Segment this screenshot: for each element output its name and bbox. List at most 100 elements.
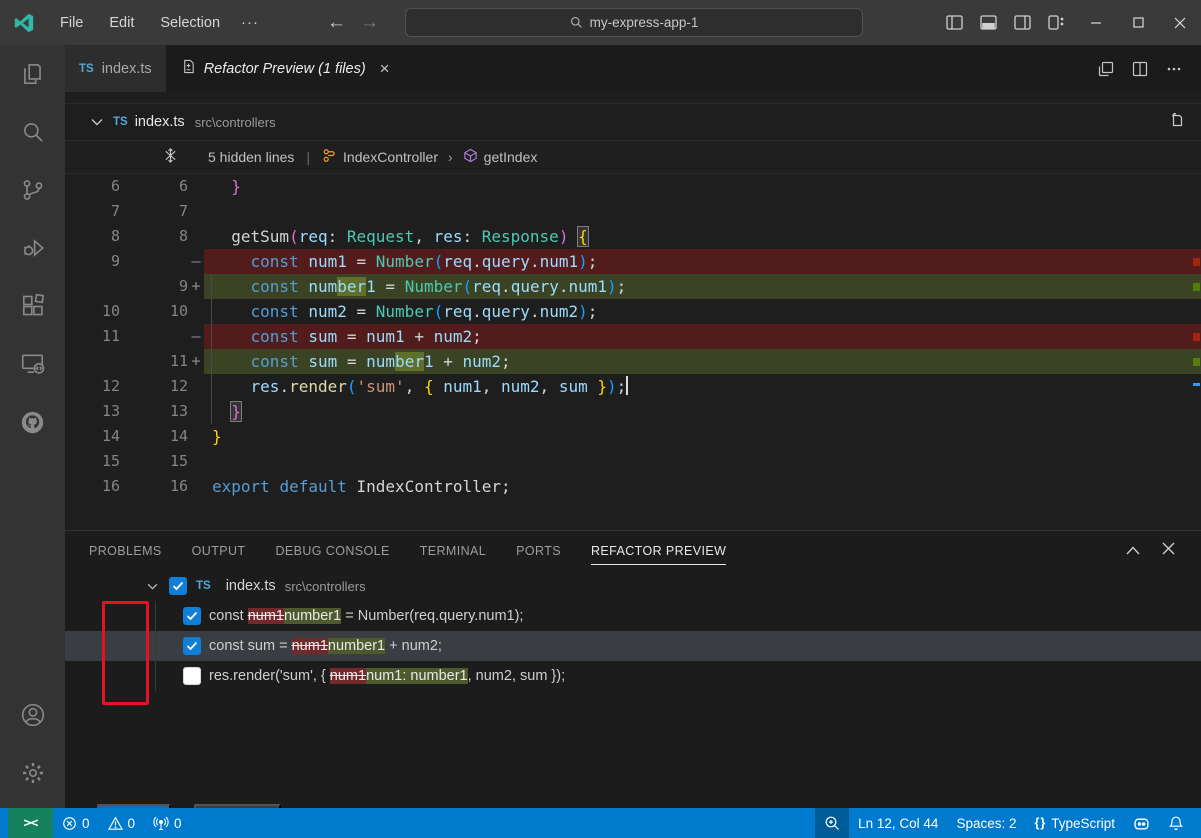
maximize-panel-icon[interactable] [1126,542,1140,560]
command-center-search[interactable]: my-express-app-1 [405,8,863,37]
close-window-button[interactable] [1159,0,1201,45]
hidden-lines-bar[interactable]: 5 hidden lines | IndexController › getIn… [65,141,1201,174]
code-line-13[interactable]: 1313 } [65,399,1201,424]
gutter-original-line-number [65,349,120,374]
gutter-modified-line-number: 12 [120,374,188,399]
braces-icon: {} [1034,816,1046,830]
menu-selection[interactable]: Selection [149,11,231,35]
code-line-10[interactable]: 1010 const num2 = Number(req.query.num2)… [65,299,1201,324]
toggle-panel-icon[interactable] [973,8,1003,38]
extensions-icon[interactable] [0,277,65,335]
copilot-status[interactable] [1124,808,1159,838]
gutter-modified-line-number: 10 [120,299,188,324]
refactor-change-row-1[interactable]: const num1number1 = Number(req.query.num… [65,601,1201,631]
indentation[interactable]: Spaces: 2 [947,808,1025,838]
back-arrow-button[interactable]: ← [327,12,346,34]
change-checkbox[interactable] [183,667,201,685]
diff-file-header[interactable]: TS index.ts src\controllers [65,103,1201,141]
code-line-6[interactable]: 66 } [65,174,1201,199]
search-icon[interactable] [0,103,65,161]
close-tab-icon[interactable]: × [380,59,390,79]
close-panel-icon[interactable] [1162,542,1175,560]
overview-ruler-mark [1193,258,1200,266]
gutter-original-line-number: 6 [65,174,120,199]
remote-explorer-icon[interactable] [0,335,65,393]
maximize-button[interactable] [1117,0,1159,45]
code-line-11[interactable]: 11+ const sum = number1 + num2; [65,349,1201,374]
change-checkbox[interactable] [183,637,201,655]
overview-ruler [1192,174,1200,499]
file-tree-row[interactable]: TS index.ts src\controllers [65,571,1201,601]
gutter-original-line-number: 10 [65,299,120,324]
notifications[interactable] [1159,808,1193,838]
gutter-diff-sign [188,474,204,499]
gutter-original-line-number: 16 [65,474,120,499]
code-line-9[interactable]: 9– const num1 = Number(req.query.num1); [65,249,1201,274]
panel-tab-terminal[interactable]: TERMINAL [420,538,486,564]
errors-status[interactable]: 0 [53,808,99,838]
gutter-modified-line-number [120,324,188,349]
cursor-position[interactable]: Ln 12, Col 44 [849,808,947,838]
ts-file-icon: TS [113,116,128,128]
indentation-label: Spaces: 2 [956,816,1016,831]
gutter-diff-sign: + [188,349,204,374]
overview-ruler-mark [1193,358,1200,366]
menu-file[interactable]: File [49,11,94,35]
split-in-group-icon[interactable] [1091,54,1121,84]
gutter-modified-line-number: 11 [120,349,188,374]
breadcrumb-class[interactable]: IndexController [343,149,438,165]
account-icon[interactable] [0,686,65,744]
gutter-diff-sign: – [188,249,204,274]
gutter-original-line-number: 15 [65,449,120,474]
menu-edit[interactable]: Edit [98,11,145,35]
warnings-status[interactable]: 0 [99,808,145,838]
unfold-icon[interactable] [163,148,178,166]
open-file-icon[interactable] [1168,111,1185,133]
file-name: index.ts [226,578,276,594]
code-line-9[interactable]: 9+ const number1 = Number(req.query.num1… [65,274,1201,299]
toggle-secondary-sidebar-icon[interactable] [1007,8,1037,38]
change-checkbox[interactable] [183,607,201,625]
forward-arrow-button[interactable]: → [360,12,379,34]
file-path: src\controllers [285,579,366,594]
file-checkbox[interactable] [169,577,187,595]
github-icon[interactable] [0,393,65,451]
split-editor-icon[interactable] [1125,54,1155,84]
tab-refactor-preview-1-files-[interactable]: Refactor Preview (1 files)× [167,45,404,92]
settings-icon[interactable] [0,744,65,802]
language-mode-label: TypeScript [1051,816,1115,831]
breadcrumb-method[interactable]: getIndex [484,149,538,165]
more-menus-button[interactable]: ··· [231,12,269,33]
ports-status[interactable]: 0 [144,808,191,838]
code-line-8[interactable]: 88 getSum(req: Request, res: Response) { [65,224,1201,249]
code-line-14[interactable]: 1414} [65,424,1201,449]
source-control-icon[interactable] [0,161,65,219]
refactor-change-row-2[interactable]: const sum = num1number1 + num2; [65,631,1201,661]
debug-icon[interactable] [0,219,65,277]
customize-layout-icon[interactable] [1041,8,1071,38]
code-area[interactable]: 66 }7788 getSum(req: Request, res: Respo… [65,174,1201,499]
panel-tab-ports[interactable]: PORTS [516,538,561,564]
overview-ruler-cursor-mark [1193,383,1200,386]
panel-tab-problems[interactable]: PROBLEMS [89,538,162,564]
panel-tab-output[interactable]: OUTPUT [192,538,246,564]
code-line-7[interactable]: 77 [65,199,1201,224]
gutter-diff-sign [188,399,204,424]
code-line-12[interactable]: 1212 res.render('sum', { num1, num2, sum… [65,374,1201,399]
panel-tab-refactor-preview[interactable]: REFACTOR PREVIEW [591,538,726,565]
code-line-16[interactable]: 1616export default IndexController; [65,474,1201,499]
files-icon[interactable] [0,45,65,103]
remote-indicator[interactable]: >< [8,808,53,838]
panel-tab-debug-console[interactable]: DEBUG CONSOLE [275,538,389,564]
minimize-button[interactable] [1075,0,1117,45]
language-mode[interactable]: {} TypeScript [1025,808,1124,838]
toggle-sidebar-icon[interactable] [939,8,969,38]
chevron-down-icon[interactable] [147,577,169,595]
zoom-icon [824,815,840,831]
zoom-status[interactable] [815,808,849,838]
code-line-15[interactable]: 1515 [65,449,1201,474]
code-line-11[interactable]: 11– const sum = num1 + num2; [65,324,1201,349]
tab-index-ts[interactable]: TSindex.ts [65,45,167,92]
editor-more-actions-icon[interactable] [1159,54,1189,84]
refactor-change-row-3[interactable]: res.render('sum', { num1num1: number1, n… [65,661,1201,691]
